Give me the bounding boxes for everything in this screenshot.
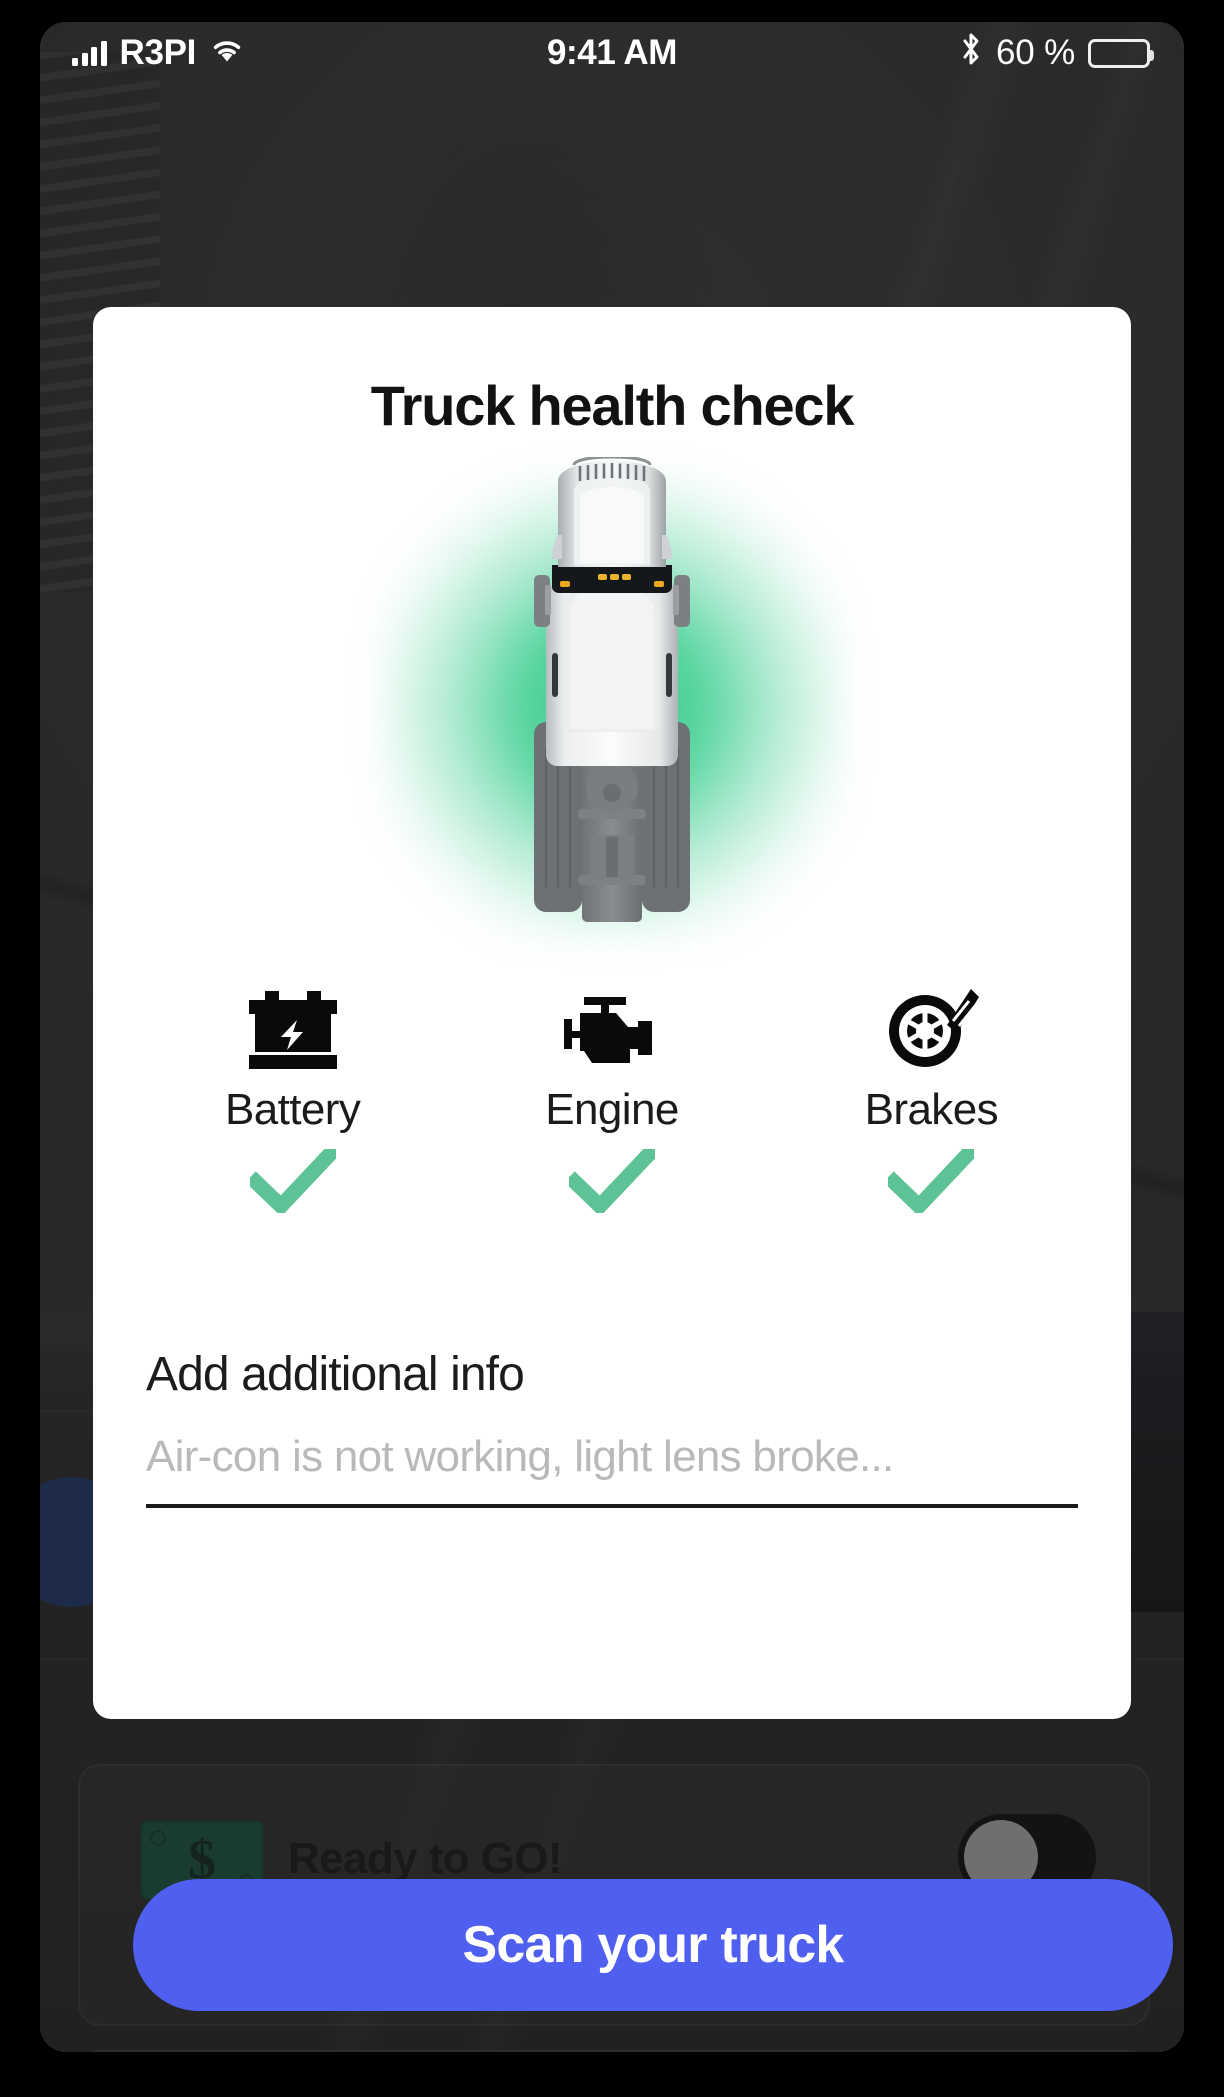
- battery-percent-label: 60 %: [996, 33, 1075, 72]
- health-check-items: Battery Engine Brakes: [93, 987, 1131, 1218]
- check-label: Brakes: [864, 1085, 999, 1134]
- check-item-engine[interactable]: Engine: [472, 987, 752, 1218]
- check-icon: [245, 1143, 341, 1218]
- truck-top-view-icon: [534, 457, 690, 922]
- truck-health-check-modal: Truck health check Battery Engine Brakes…: [93, 307, 1131, 1719]
- brakes-icon: [883, 987, 980, 1069]
- bluetooth-icon: [959, 31, 983, 76]
- status-bar: R3PI 9:41 AM 60 %: [40, 22, 1184, 84]
- check-icon: [564, 1143, 660, 1218]
- truck-illustration: [93, 457, 1131, 942]
- scan-your-truck-button[interactable]: Scan your truck: [133, 1879, 1173, 2011]
- additional-info-input[interactable]: [146, 1432, 1078, 1508]
- battery-icon: [245, 987, 341, 1069]
- status-bar-right: 60 %: [959, 31, 1154, 76]
- check-icon: [883, 1143, 979, 1218]
- additional-info-heading: Add additional info: [146, 1348, 525, 1401]
- additional-info-section: Add additional info: [146, 1347, 1078, 1508]
- page-title: Truck health check: [370, 374, 855, 437]
- phone-screen: $ Ready to GO! R3PI: [40, 22, 1184, 2052]
- battery-icon: [1088, 38, 1154, 68]
- engine-icon: [562, 987, 662, 1069]
- check-item-brakes[interactable]: Brakes: [791, 987, 1071, 1218]
- device-frame: $ Ready to GO! R3PI: [0, 0, 1224, 2097]
- check-label: Engine: [545, 1085, 679, 1134]
- check-item-battery[interactable]: Battery: [153, 987, 433, 1218]
- check-label: Battery: [225, 1085, 361, 1134]
